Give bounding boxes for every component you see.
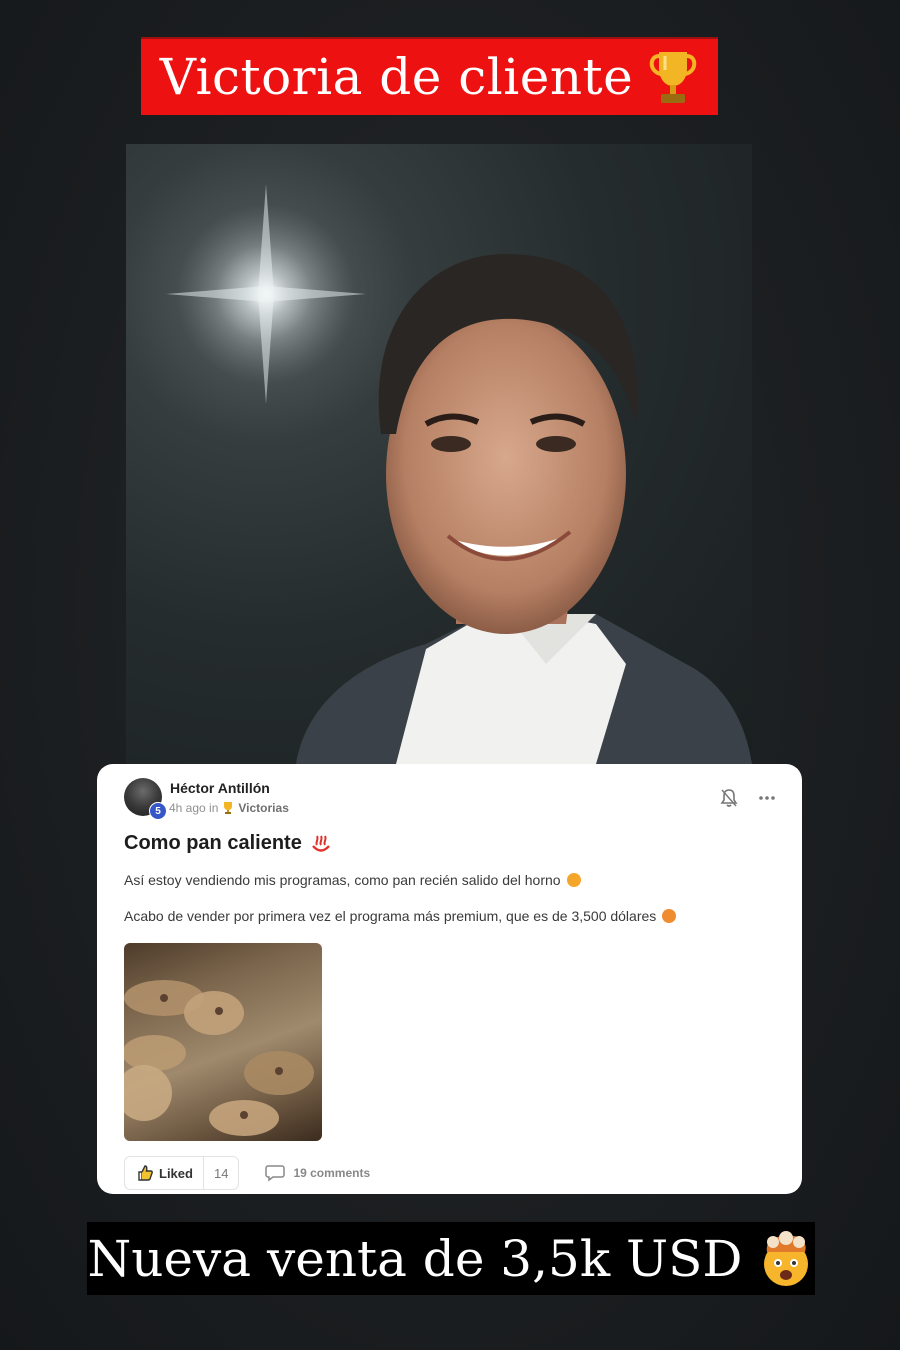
like-label: Liked xyxy=(159,1165,193,1181)
post-image[interactable] xyxy=(124,943,322,1141)
post-meta: 4h ago in Victorias xyxy=(169,801,289,815)
bottom-banner-text-wrap: Nueva venta de 3,5k USD xyxy=(87,1230,814,1288)
thumbs-up-icon xyxy=(138,1165,153,1181)
yum-face-icon xyxy=(566,873,581,887)
post-time: 4h ago in xyxy=(169,801,219,815)
exploding-head-icon xyxy=(763,1230,808,1286)
comments-label: 19 comments xyxy=(293,1166,371,1180)
level-badge: 5 xyxy=(149,802,167,820)
top-banner-text: Victoria de cliente xyxy=(159,48,634,106)
like-label-wrap: Liked xyxy=(125,1157,204,1189)
post-category[interactable]: Victorias xyxy=(238,801,288,815)
post-title[interactable]: Como pan caliente xyxy=(124,832,332,855)
bell-icon[interactable] xyxy=(720,788,738,808)
post-paragraph-2: Acabo de vender por primera vez el progr… xyxy=(124,908,677,924)
post-title-text: Como pan caliente xyxy=(124,832,302,854)
top-banner: Victoria de cliente xyxy=(141,37,718,115)
post-actions: Liked 14 19 comments xyxy=(124,1156,370,1190)
person-photo xyxy=(166,184,752,764)
cookies-image xyxy=(124,980,314,1136)
trophy-icon xyxy=(224,802,233,814)
bottom-banner-text: Nueva venta de 3,5k USD xyxy=(87,1229,743,1288)
more-icon[interactable] xyxy=(757,788,777,808)
post-card: 5 Héctor Antillón 4h ago in Victorias Co… xyxy=(97,764,802,1194)
post-paragraph-1-text: Así estoy vendiendo mis programas, como … xyxy=(124,872,561,888)
bottom-banner: Nueva venta de 3,5k USD xyxy=(87,1222,815,1295)
post-paragraph-2-text: Acabo de vender por primera vez el progr… xyxy=(124,908,657,924)
comments-link[interactable]: 19 comments xyxy=(265,1164,370,1182)
post-paragraph-1: Así estoy vendiendo mis programas, como … xyxy=(124,872,581,888)
like-button[interactable]: Liked 14 xyxy=(124,1156,240,1190)
top-banner-text-wrap: Victoria de cliente xyxy=(160,48,699,106)
hot-springs-icon xyxy=(311,835,330,852)
trophy-icon xyxy=(649,52,697,103)
angry-face-icon xyxy=(662,909,677,923)
author-name[interactable]: Héctor Antillón xyxy=(170,780,270,796)
like-count: 14 xyxy=(213,1165,229,1181)
comment-icon xyxy=(265,1165,286,1182)
portrait-photo xyxy=(126,144,752,764)
